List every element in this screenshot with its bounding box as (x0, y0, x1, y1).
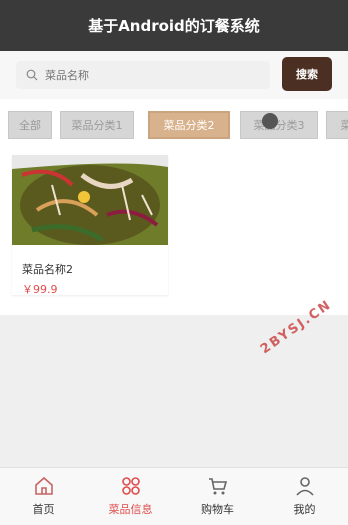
search-field[interactable] (16, 61, 270, 89)
app-title-bar: 基于Android的订餐系统 (0, 0, 348, 51)
dish-name: 菜品名称2 (22, 263, 73, 276)
dish-list: 菜品名称2 ￥99.9 (0, 151, 348, 315)
tab-category-2[interactable]: 菜品分类2 (148, 111, 230, 139)
tab-all[interactable]: 全部 (8, 111, 52, 139)
tab-category-1[interactable]: 菜品分类1 (60, 111, 134, 139)
category-tabs: 全部 菜品分类1 菜品分类2 菜品分类3 菜 (0, 99, 348, 151)
menu-icon (121, 477, 140, 495)
nav-menu[interactable]: 菜品信息 (87, 468, 174, 525)
user-icon (295, 477, 314, 496)
nav-cart[interactable]: 购物车 (174, 468, 261, 525)
home-icon (34, 476, 53, 495)
app-title: 基于Android的订餐系统 (88, 17, 260, 35)
tab-category-3[interactable]: 菜品分类3 (240, 111, 318, 139)
nav-profile-label: 我的 (293, 503, 316, 516)
dish-price: ￥99.9 (22, 283, 58, 296)
nav-home[interactable]: 首页 (0, 468, 87, 525)
nav-home-label: 首页 (32, 503, 55, 516)
search-button[interactable]: 搜索 (282, 57, 332, 91)
bottom-nav: 首页 菜品信息 购物车 我的 (0, 467, 348, 525)
nav-cart-label: 购物车 (201, 503, 234, 516)
dish-image (12, 155, 168, 245)
search-icon (26, 69, 38, 81)
search-bar: 搜索 (0, 51, 348, 99)
cart-icon (208, 478, 227, 495)
nav-profile[interactable]: 我的 (261, 468, 348, 525)
touch-indicator (262, 113, 278, 129)
dish-card[interactable]: 菜品名称2 ￥99.9 (12, 155, 168, 296)
tab-category-4[interactable]: 菜 (326, 111, 348, 139)
search-input[interactable] (43, 67, 247, 83)
nav-menu-label: 菜品信息 (108, 503, 153, 516)
